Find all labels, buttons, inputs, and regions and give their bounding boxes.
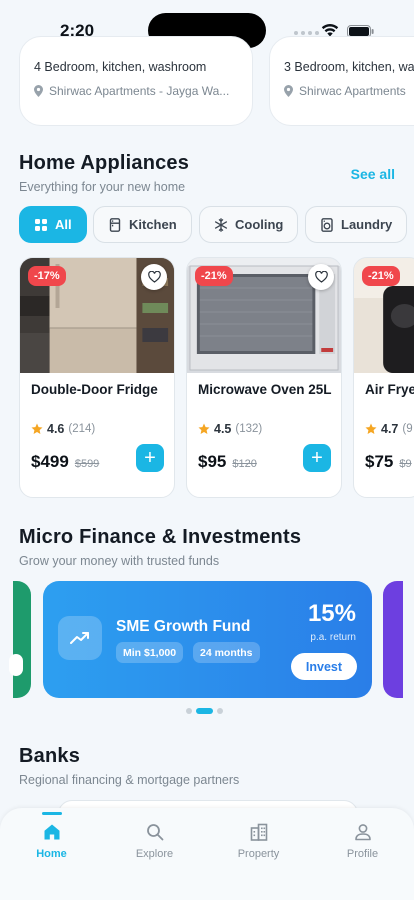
discount-badge: -21%: [195, 266, 233, 286]
tab-label: Explore: [135, 848, 174, 860]
fund-return-label: p.a. return: [310, 632, 356, 643]
property-card[interactable]: 4 Bedroom, kitchen, washroom Shirwac Apa…: [19, 36, 253, 126]
add-to-cart-button[interactable]: +: [303, 444, 331, 472]
product-card[interactable]: -17% Double-Door Fridge 4.6 (214) $499 $…: [19, 257, 175, 498]
property-location-text: Shirwac Apartments - Jayga Wa...: [49, 84, 230, 98]
pagination-dot-active[interactable]: [196, 708, 213, 714]
price-current: $499: [31, 452, 69, 471]
product-price: $499 $599: [31, 452, 99, 472]
product-price: $95 $120: [198, 452, 257, 472]
section-subtitle-appliances: Everything for your new home: [19, 180, 186, 194]
section-title-appliances: Home Appliances: [19, 152, 190, 174]
fund-card-previous-button: [9, 654, 23, 676]
fund-min-tag: Min $1,000: [116, 642, 184, 663]
chip-label: Laundry: [341, 217, 393, 232]
tab-property[interactable]: Property: [207, 808, 310, 878]
pagination-dot[interactable]: [217, 708, 223, 714]
product-name: Air Frye: [365, 382, 414, 397]
section-title-banks: Banks: [19, 745, 81, 767]
price-original: $9: [399, 458, 412, 470]
invest-button[interactable]: Invest: [291, 653, 357, 680]
fund-term-tag: 24 months: [193, 642, 260, 663]
fund-card-next[interactable]: [383, 581, 403, 698]
grid-icon: [35, 218, 47, 231]
rating-value: 4.6: [47, 422, 65, 436]
product-rating: 4.6 (214): [31, 422, 95, 436]
chip-label: All: [55, 217, 72, 232]
tab-label: Property: [237, 848, 280, 860]
property-location-text: Shirwac Apartments: [299, 84, 406, 98]
see-all-link[interactable]: See all: [351, 166, 395, 182]
property-rooms: 3 Bedroom, kitchen, wa: [284, 60, 414, 74]
chip-all[interactable]: All: [19, 206, 87, 243]
price-original: $599: [74, 458, 100, 470]
chip-label: Kitchen: [129, 217, 177, 232]
rating-value: 4.7: [381, 422, 399, 436]
product-name: Microwave Oven 25L: [198, 382, 332, 397]
fridge-icon: [109, 217, 121, 232]
person-icon: [354, 824, 371, 841]
star-icon: [198, 423, 210, 434]
fund-return-rate: 15%: [307, 600, 356, 627]
heart-icon: [147, 271, 161, 283]
star-icon: [365, 423, 377, 434]
star-icon: [31, 423, 43, 434]
price-current: $95: [198, 452, 227, 471]
wifi-icon: [321, 24, 339, 37]
location-pin-icon: [284, 85, 293, 97]
property-location: Shirwac Apartments - Jayga Wa...: [34, 84, 229, 98]
heart-icon: [314, 271, 328, 283]
tab-home[interactable]: Home: [0, 808, 103, 878]
carousel-pagination: [186, 708, 223, 714]
rating-value: 4.5: [214, 422, 232, 436]
chip-laundry[interactable]: Laundry: [305, 206, 408, 243]
tab-label: Home: [36, 848, 67, 860]
add-to-cart-button[interactable]: +: [136, 444, 164, 472]
fund-card[interactable]: SME Growth Fund Min $1,000 24 months 15%…: [43, 581, 372, 698]
pagination-dot[interactable]: [186, 708, 192, 714]
tab-explore[interactable]: Explore: [103, 808, 206, 878]
building-icon: [250, 823, 267, 841]
washer-icon: [321, 217, 333, 232]
snowflake-icon: [214, 217, 228, 232]
cellular-signal-icon: [294, 31, 319, 35]
property-location: Shirwac Apartments: [284, 84, 406, 98]
property-rooms: 4 Bedroom, kitchen, washroom: [34, 60, 207, 74]
favorite-button[interactable]: [308, 264, 334, 290]
tab-label: Profile: [346, 848, 379, 860]
chip-kitchen[interactable]: Kitchen: [93, 206, 192, 243]
search-icon: [146, 824, 163, 841]
product-card[interactable]: -21% Microwave Oven 25L 4.5 (132) $95 $1…: [186, 257, 342, 498]
bottom-tab-bar: Home Explore Property Profile: [0, 808, 414, 900]
review-count: (214): [68, 423, 96, 435]
product-rating: 4.7 (9: [365, 422, 413, 436]
section-title-finance: Micro Finance & Investments: [19, 526, 302, 548]
section-subtitle-banks: Regional financing & mortgage partners: [19, 773, 240, 787]
price-original: $120: [232, 458, 257, 470]
favorite-button[interactable]: [141, 264, 167, 290]
product-price: $75 $9: [365, 452, 412, 472]
product-name: Double-Door Fridge: [31, 382, 158, 397]
review-count: (9: [402, 423, 413, 435]
property-card[interactable]: 3 Bedroom, kitchen, wa Shirwac Apartment…: [269, 36, 414, 126]
price-current: $75: [365, 452, 394, 471]
chip-cooling[interactable]: Cooling: [199, 206, 299, 243]
plus-icon: +: [144, 446, 156, 469]
product-card[interactable]: -21% Air Frye 4.7 (9 $75 $9: [353, 257, 414, 498]
app-screen: 2:20 4 Bedroom, kitchen, washroom Shirwa…: [0, 0, 414, 900]
home-icon: [44, 824, 59, 840]
location-pin-icon: [34, 85, 43, 97]
discount-badge: -21%: [362, 266, 400, 286]
product-rating: 4.5 (132): [198, 422, 262, 436]
fund-card-previous[interactable]: [9, 581, 31, 698]
trending-up-icon: [58, 616, 102, 660]
section-subtitle-finance: Grow your money with trusted funds: [19, 554, 220, 568]
discount-badge: -17%: [28, 266, 66, 286]
tab-profile[interactable]: Profile: [311, 808, 414, 878]
review-count: (132): [235, 423, 263, 435]
chip-label: Cooling: [235, 217, 284, 232]
plus-icon: +: [311, 446, 323, 469]
fund-name: SME Growth Fund: [116, 618, 251, 635]
